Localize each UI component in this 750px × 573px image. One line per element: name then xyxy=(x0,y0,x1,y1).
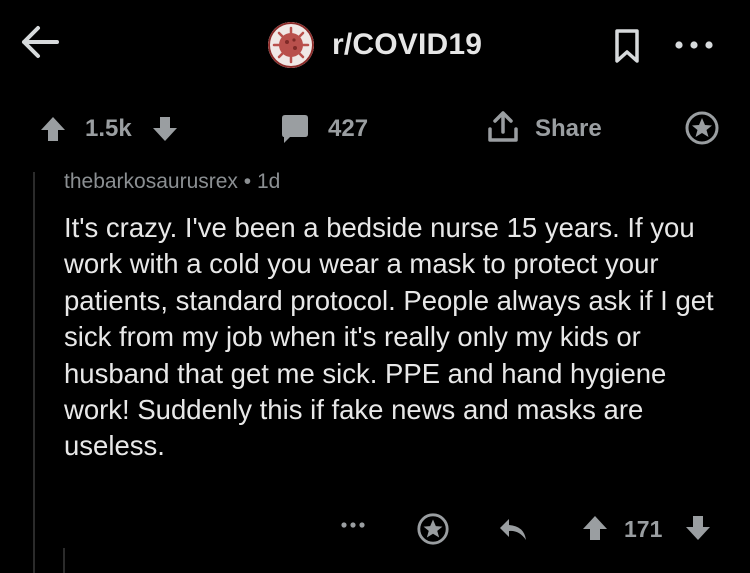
comment-age: 1d xyxy=(256,170,281,193)
thread-line xyxy=(33,172,35,573)
back-arrow-icon[interactable] xyxy=(20,24,60,60)
bookmark-icon[interactable] xyxy=(612,26,642,66)
upvote-icon[interactable] xyxy=(38,114,68,144)
comment-score: 171 xyxy=(624,516,663,542)
thread-line-child xyxy=(63,548,65,573)
subreddit-name[interactable]: r/COVID19 xyxy=(332,28,482,62)
comment-body: It's crazy. I've been a bedside nurse 15… xyxy=(64,212,714,462)
downvote-icon[interactable] xyxy=(150,114,180,144)
comment-award-icon[interactable] xyxy=(416,512,450,546)
comment-upvote-icon[interactable] xyxy=(580,513,610,543)
reply-icon[interactable] xyxy=(497,515,529,545)
comment-count: 427 xyxy=(328,115,369,142)
comment-downvote-icon[interactable] xyxy=(683,513,713,543)
more-options-icon[interactable] xyxy=(672,38,716,52)
share-label[interactable]: Share xyxy=(535,115,602,143)
share-icon[interactable] xyxy=(486,110,520,144)
comment-icon[interactable] xyxy=(278,112,312,146)
post-score: 1.5k xyxy=(85,115,132,142)
subreddit-avatar-icon[interactable] xyxy=(268,22,314,68)
comment-author[interactable]: thebarkosaurusrex xyxy=(64,170,238,193)
comment-more-icon[interactable] xyxy=(340,520,366,530)
comment-meta: thebarkosaurusrex • 1d xyxy=(64,170,280,194)
award-icon[interactable] xyxy=(684,110,720,146)
meta-separator: • xyxy=(243,170,252,193)
